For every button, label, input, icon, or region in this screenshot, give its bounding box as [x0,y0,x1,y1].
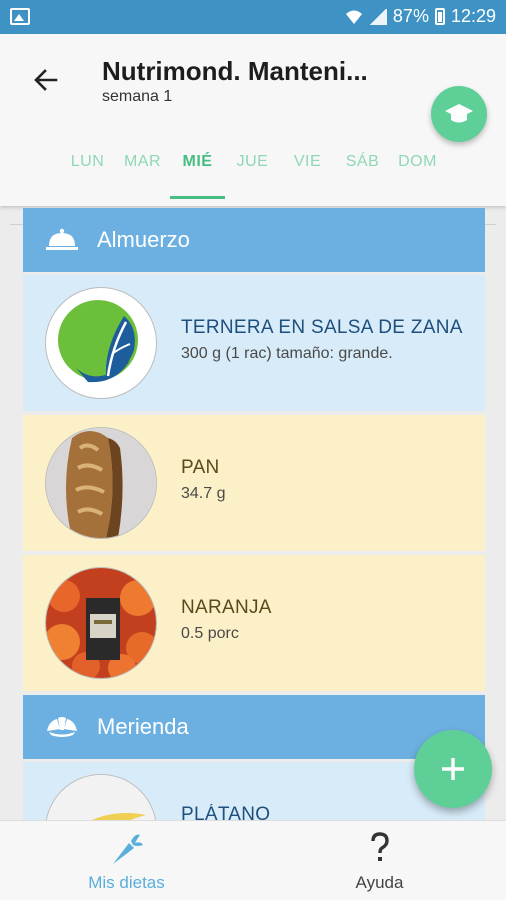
tab-vie[interactable]: VIE [280,144,335,194]
add-button[interactable] [414,730,492,808]
battery-icon [434,8,445,25]
food-name: NARANJA [181,597,272,618]
wifi-icon [345,10,362,24]
section-title: Almuerzo [97,227,190,252]
tab-mie[interactable]: MIÉ [170,144,225,199]
page-subtitle: semana 1 [102,88,173,105]
bottom-navigation: Mis dietas Ayuda [0,820,506,900]
graduation-cap-button[interactable] [431,86,487,142]
section-header-merienda: Merienda [23,695,485,759]
meal-list: Almuerzo TERNERA EN SALSA DE ZANAHORIA 3… [23,208,485,886]
food-image-bread [45,427,157,539]
nav-label: Ayuda [355,873,404,892]
nav-mis-dietas[interactable]: Mis dietas [0,821,253,900]
page-title: Nutrimond. Manteni... [102,56,368,86]
tab-jue[interactable]: JUE [225,144,280,194]
nav-ayuda[interactable]: Ayuda [253,821,506,900]
day-tabs: LUN MAR MIÉ JUE VIE SÁB DOM [60,144,445,199]
plus-icon [442,758,464,780]
tab-mar[interactable]: MAR [115,144,170,194]
question-mark-icon [370,832,389,861]
food-name: TERNERA EN SALSA DE ZANAHORIA [181,317,463,338]
graduation-cap-icon [445,104,473,123]
back-arrow-icon[interactable] [30,64,62,96]
clock: 12:29 [450,6,496,26]
nav-label: Mis dietas [88,873,165,892]
carrot-icon [112,834,143,864]
section-header-almuerzo: Almuerzo [23,208,485,272]
food-item[interactable]: TERNERA EN SALSA DE ZANAHORIA 300 g (1 r… [23,275,485,411]
cloche-icon [45,227,79,253]
image-notification-icon [10,8,30,25]
food-name: PAN [181,457,220,478]
food-image-logo [45,287,157,399]
food-quantity: 34.7 g [181,485,226,502]
food-quantity: 300 g (1 rac) tamaño: grande. [181,345,393,362]
food-image-orange [45,567,157,679]
signal-icon [368,8,387,25]
tab-dom[interactable]: DOM [390,144,445,194]
section-title: Merienda [97,714,189,739]
food-quantity: 0.5 porc [181,625,239,642]
battery-percent: 87% [392,6,429,26]
food-item[interactable]: PAN 34.7 g [23,415,485,551]
tab-sab[interactable]: SÁB [335,144,390,194]
croissant-icon [45,715,79,739]
status-bar: 87% 12:29 [0,0,506,34]
tab-lun[interactable]: LUN [60,144,115,194]
app-bar: Nutrimond. Manteni... semana 1 LUN MAR M… [0,34,506,225]
food-item[interactable]: NARANJA 0.5 porc [23,555,485,691]
